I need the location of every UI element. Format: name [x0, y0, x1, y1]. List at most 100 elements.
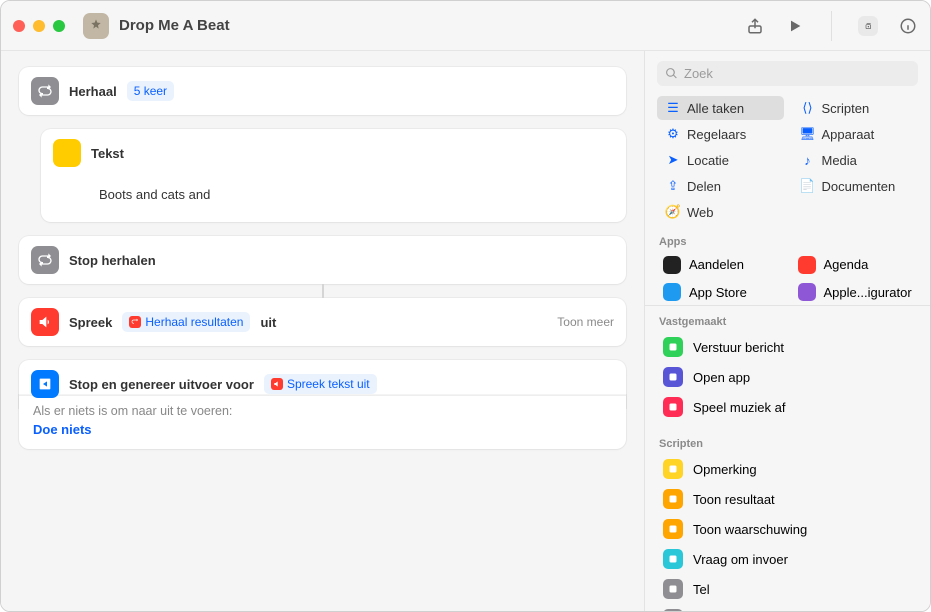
stop-variable-token[interactable]: Spreek tekst uit	[264, 374, 377, 394]
speak-variable-token[interactable]: Herhaal resultaten	[122, 312, 250, 332]
category-icon: 🖥	[800, 126, 816, 142]
share-icon[interactable]	[745, 16, 765, 36]
category-icon: ♪	[800, 152, 816, 168]
run-icon[interactable]	[785, 16, 805, 36]
action-item-label: Verstuur bericht	[693, 340, 784, 355]
shortcut-icon	[83, 13, 109, 39]
workflow-canvas: Herhaal 5 keer Tekst Boots and cats and	[1, 51, 644, 611]
stop-output-label: Stop en genereer uitvoer voor	[69, 377, 254, 392]
action-item-icon	[663, 397, 683, 417]
category-item[interactable]: 📄 Documenten	[792, 174, 919, 198]
category-icon: ☰	[665, 100, 681, 116]
category-item[interactable]: ☰ Alle taken	[657, 96, 784, 120]
action-item-icon	[663, 489, 683, 509]
category-icon: ⇪	[665, 178, 681, 194]
action-item-label: Open app	[693, 370, 750, 385]
end-repeat-label: Stop herhalen	[69, 253, 156, 268]
category-icon: 📄	[800, 178, 816, 194]
text-label: Tekst	[91, 146, 124, 161]
action-item-label: Toon waarschuwing	[693, 522, 807, 537]
text-icon	[53, 139, 81, 167]
repeat-count-token[interactable]: 5 keer	[127, 81, 174, 101]
app-item[interactable]: Apple...igurator	[792, 280, 919, 306]
category-label: Documenten	[822, 179, 896, 194]
speak-label: Spreek	[69, 315, 112, 330]
do-nothing-option[interactable]: Doe niets	[19, 422, 626, 449]
action-list-item[interactable]: Vraag om invoer	[657, 544, 918, 574]
action-item-label: Speel muziek af	[693, 400, 786, 415]
action-end-repeat[interactable]: Stop herhalen	[19, 236, 626, 284]
library-add-icon[interactable]	[858, 16, 878, 36]
category-label: Web	[687, 205, 714, 220]
app-item[interactable]: Agenda	[792, 252, 919, 278]
category-item[interactable]: ⚙︎ Regelaars	[657, 122, 784, 146]
search-input[interactable]: Zoek	[657, 61, 918, 86]
action-list-item[interactable]: Open app	[657, 362, 918, 392]
repeat-mini-icon	[129, 316, 141, 328]
info-icon[interactable]	[898, 16, 918, 36]
app-label: Agenda	[824, 257, 869, 272]
app-icon	[798, 283, 816, 301]
category-item[interactable]: 🖥 Apparaat	[792, 122, 919, 146]
app-icon	[663, 256, 681, 274]
show-more-link[interactable]: Toon meer	[557, 315, 614, 329]
category-icon: ⟨⟩	[800, 100, 816, 116]
action-item-icon	[663, 579, 683, 599]
category-label: Delen	[687, 179, 721, 194]
apps-header: Apps	[645, 232, 930, 252]
category-label: Apparaat	[822, 127, 875, 142]
category-label: Media	[822, 153, 857, 168]
app-label: Apple...igurator	[824, 285, 912, 300]
category-item[interactable]: 🧭Web	[657, 200, 784, 224]
speak-icon	[31, 308, 59, 336]
action-stop-output-footer: Als er niets is om naar uit te voeren: D…	[19, 395, 626, 449]
category-icon: ➤	[665, 152, 681, 168]
action-item-label: Tel	[693, 582, 710, 597]
action-text[interactable]: Tekst Boots and cats and	[41, 129, 626, 222]
app-item[interactable]: App Store	[657, 280, 784, 306]
action-list-item[interactable]: Toon resultaat	[657, 484, 918, 514]
app-item[interactable]: Aandelen	[657, 252, 784, 278]
category-grid: ☰ Alle taken ⟨⟩Scripten ⚙︎ Regelaars 🖥 Apparaa…	[645, 96, 930, 232]
action-list-item[interactable]: Verstuur bericht	[657, 332, 918, 362]
speak-suffix: uit	[260, 315, 276, 330]
action-item-icon	[663, 609, 683, 611]
action-list-item[interactable]: Tel	[657, 574, 918, 604]
repeat-label: Herhaal	[69, 84, 117, 99]
app-label: App Store	[689, 285, 747, 300]
category-label: Regelaars	[687, 127, 746, 142]
action-list-item[interactable]: Toon waarschuwing	[657, 514, 918, 544]
scripts-list: Opmerking Toon resultaat Toon waarschuwing…	[645, 454, 930, 611]
app-icon	[663, 283, 681, 301]
action-repeat[interactable]: Herhaal 5 keer	[19, 67, 626, 115]
action-speak[interactable]: Spreek Herhaal resultaten uit Toon meer	[19, 298, 626, 346]
category-item[interactable]: ➤Locatie	[657, 148, 784, 172]
library-sidebar: Zoek ☰Alle taken⟨⟩Scripten⚙︎Regelaars🖥Ap…	[644, 51, 930, 611]
empty-output-hint: Als er niets is om naar uit te voeren:	[19, 396, 626, 422]
end-repeat-icon	[31, 246, 59, 274]
scripts-header: Scripten	[645, 434, 930, 454]
stop-output-icon	[31, 370, 59, 398]
category-item[interactable]: ⟨⟩Scripten	[792, 96, 919, 120]
action-item-icon	[663, 549, 683, 569]
category-label: Alle taken	[687, 101, 744, 116]
app-icon	[798, 256, 816, 274]
category-item[interactable]: ⇪ Delen	[657, 174, 784, 198]
action-item-label: Toon resultaat	[693, 492, 775, 507]
action-item-icon	[663, 367, 683, 387]
speak-mini-icon	[271, 378, 283, 390]
window-title: Drop Me A Beat	[119, 17, 230, 34]
zoom-window[interactable]	[53, 20, 65, 32]
category-icon: ⚙︎	[665, 126, 681, 142]
category-item[interactable]: ♪ Media	[792, 148, 919, 172]
action-item-icon	[663, 519, 683, 539]
action-list-item[interactable]: Opmerking	[657, 454, 918, 484]
close-window[interactable]	[13, 20, 25, 32]
text-input[interactable]: Boots and cats and	[91, 181, 612, 208]
action-list-item[interactable]: Speel muziek af	[657, 392, 918, 422]
pinned-list: Verstuur bericht Open app Speel muziek af	[645, 332, 930, 434]
action-list-item[interactable]: Kies uit menu	[657, 604, 918, 611]
action-item-icon	[663, 459, 683, 479]
minimize-window[interactable]	[33, 20, 45, 32]
repeat-icon	[31, 77, 59, 105]
